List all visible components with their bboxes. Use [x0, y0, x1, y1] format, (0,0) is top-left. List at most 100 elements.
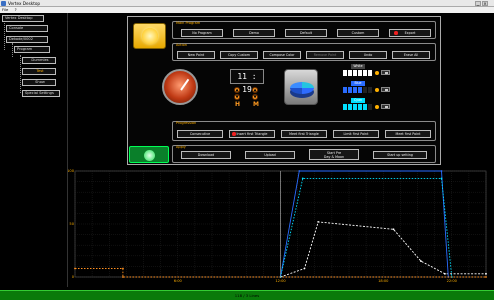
control-panel: Main Program No Program Demo Default Cus…	[127, 16, 441, 165]
title-bar: Vertex Desktop _ ×	[0, 0, 494, 7]
green-light-icon	[129, 146, 169, 163]
pie-chart-icon	[284, 69, 318, 105]
channel-level-block	[363, 87, 367, 93]
clock-display: 11 : 19	[230, 69, 264, 94]
start-pre-day-moon-button[interactable]: Start Pre Day & Moon	[309, 149, 359, 160]
minimize-button[interactable]: _	[475, 1, 481, 6]
channel-level-block	[358, 70, 362, 76]
tree-item-console[interactable]: Console	[6, 25, 48, 32]
channel-led-icon	[375, 105, 379, 109]
channel-label: Blue	[351, 81, 365, 86]
light-program-chart[interactable]: 0 50 100 6:00 12:00 18:00 22:00	[68, 168, 494, 287]
x-tick-label: 6:00	[174, 279, 183, 283]
default-button[interactable]: Default	[285, 29, 327, 37]
tree-item-device[interactable]: Dekode/0002	[6, 36, 48, 43]
channel-label: Cyan	[351, 98, 365, 103]
tree-connector	[20, 55, 21, 93]
channel-level-block	[353, 70, 357, 76]
minutes-label: M	[253, 101, 259, 108]
demo-button[interactable]: Demo	[233, 29, 275, 37]
tree-item-special-settings[interactable]: Special Settings	[22, 90, 60, 97]
tree-connector	[4, 20, 5, 50]
upload-button[interactable]: Upload	[245, 151, 295, 159]
minute-down-button[interactable]: ▼	[252, 94, 258, 100]
channel-level-block	[363, 104, 367, 110]
channel-level-block	[368, 87, 372, 93]
series-point-0	[392, 228, 395, 231]
chart-svg[interactable]: 0 50 100 6:00 12:00 18:00 22:00	[68, 168, 494, 287]
channel-level-block	[343, 70, 347, 76]
green-light-icon	[144, 150, 155, 161]
window-title: Vertex Desktop	[8, 1, 41, 6]
close-button[interactable]: ×	[482, 1, 488, 6]
menu-help[interactable]: ?	[15, 7, 17, 12]
minute-up-button[interactable]: ▲	[252, 87, 258, 93]
series-point-0	[485, 272, 487, 275]
consecutive-button[interactable]: Consecutive	[177, 130, 223, 138]
channel-led-icon	[375, 88, 379, 92]
insert-first-triangle-button[interactable]: Insert first Triangle	[229, 130, 275, 138]
channel-led-icon	[375, 71, 379, 75]
tree-item-test[interactable]: Test	[22, 68, 56, 75]
copy-custom-button[interactable]: Copy Custom	[220, 51, 258, 59]
meet-first-point-button[interactable]: Meet first Point	[385, 130, 431, 138]
series-point-0	[317, 220, 320, 223]
menu-file[interactable]: File	[2, 7, 8, 12]
channel-level-block	[363, 70, 367, 76]
y-tick-label: 100	[68, 169, 75, 173]
remove-point-button[interactable]: Remove Point	[306, 51, 344, 59]
status-bar: 118 / 3 Lines	[0, 290, 494, 300]
status-text: 118 / 3 Lines	[234, 293, 260, 298]
gauge-icon	[162, 69, 198, 105]
main-program-section: Main Program No Program Demo Default Cus…	[172, 21, 436, 39]
channel-toggle[interactable]	[381, 70, 390, 75]
section-title: Action	[176, 43, 187, 47]
tree-item-root[interactable]: Vertex Desktop	[2, 15, 44, 22]
channel-toggle[interactable]	[381, 104, 390, 109]
menu-bar: File ?	[0, 7, 494, 13]
hour-down-button[interactable]: ▼	[234, 94, 240, 100]
tree-item-show[interactable]: Show	[22, 79, 56, 86]
series-point-3	[485, 276, 487, 278]
series-point-0	[420, 260, 422, 262]
erase-all-button[interactable]: Erase All	[392, 51, 430, 59]
channel-level-block	[358, 104, 362, 110]
channel-level-block	[343, 87, 347, 93]
tree-sidebar: Vertex Desktop Console Dekode/0002 Progr…	[0, 13, 68, 287]
no-program-button[interactable]: No Program	[181, 29, 223, 37]
download-button[interactable]: Download	[181, 151, 231, 159]
tree-item-dummies[interactable]: Dummies	[22, 57, 56, 64]
section-title: Progression	[176, 121, 197, 125]
tree-item-program[interactable]: Program	[14, 46, 50, 53]
hours-label: H	[235, 101, 241, 108]
radio-icon	[232, 132, 236, 136]
channel-level-block	[353, 104, 357, 110]
limit-first-point-button[interactable]: Limit first Point	[333, 130, 379, 138]
section-title: Apply	[176, 145, 186, 149]
y-tick-label: 0	[72, 275, 75, 279]
x-tick-label: 22:00	[447, 279, 458, 283]
channel-level-block	[368, 70, 372, 76]
meet-first-triangle-button[interactable]: Meet first Triangle	[281, 130, 327, 138]
progression-section: Progression Consecutive Insert first Tri…	[172, 121, 436, 141]
custom-button[interactable]: Custom	[337, 29, 379, 37]
series-point-3	[74, 267, 76, 270]
start-up-setting-button[interactable]: Start up setting	[373, 151, 427, 159]
hour-up-button[interactable]: ▲	[234, 87, 240, 93]
sun-icon	[142, 28, 158, 44]
y-tick-label: 50	[69, 222, 74, 226]
new-point-button[interactable]: New Point	[177, 51, 215, 59]
export-button[interactable]: Export	[389, 29, 431, 37]
channel-label: White	[351, 64, 365, 69]
section-title: Main Program	[176, 21, 201, 25]
channel-toggle[interactable]	[381, 87, 390, 92]
sun-icon	[133, 23, 166, 49]
channel-level-block	[348, 87, 352, 93]
compose-color-button[interactable]: Compose Color	[263, 51, 301, 59]
action-section: Action New Point Copy Custom Compose Col…	[172, 43, 436, 61]
channel-level-block	[368, 104, 372, 110]
channel-level-block	[353, 87, 357, 93]
series-point-2	[301, 177, 304, 180]
series-point-1	[298, 170, 301, 172]
undo-button[interactable]: Undo	[349, 51, 387, 59]
